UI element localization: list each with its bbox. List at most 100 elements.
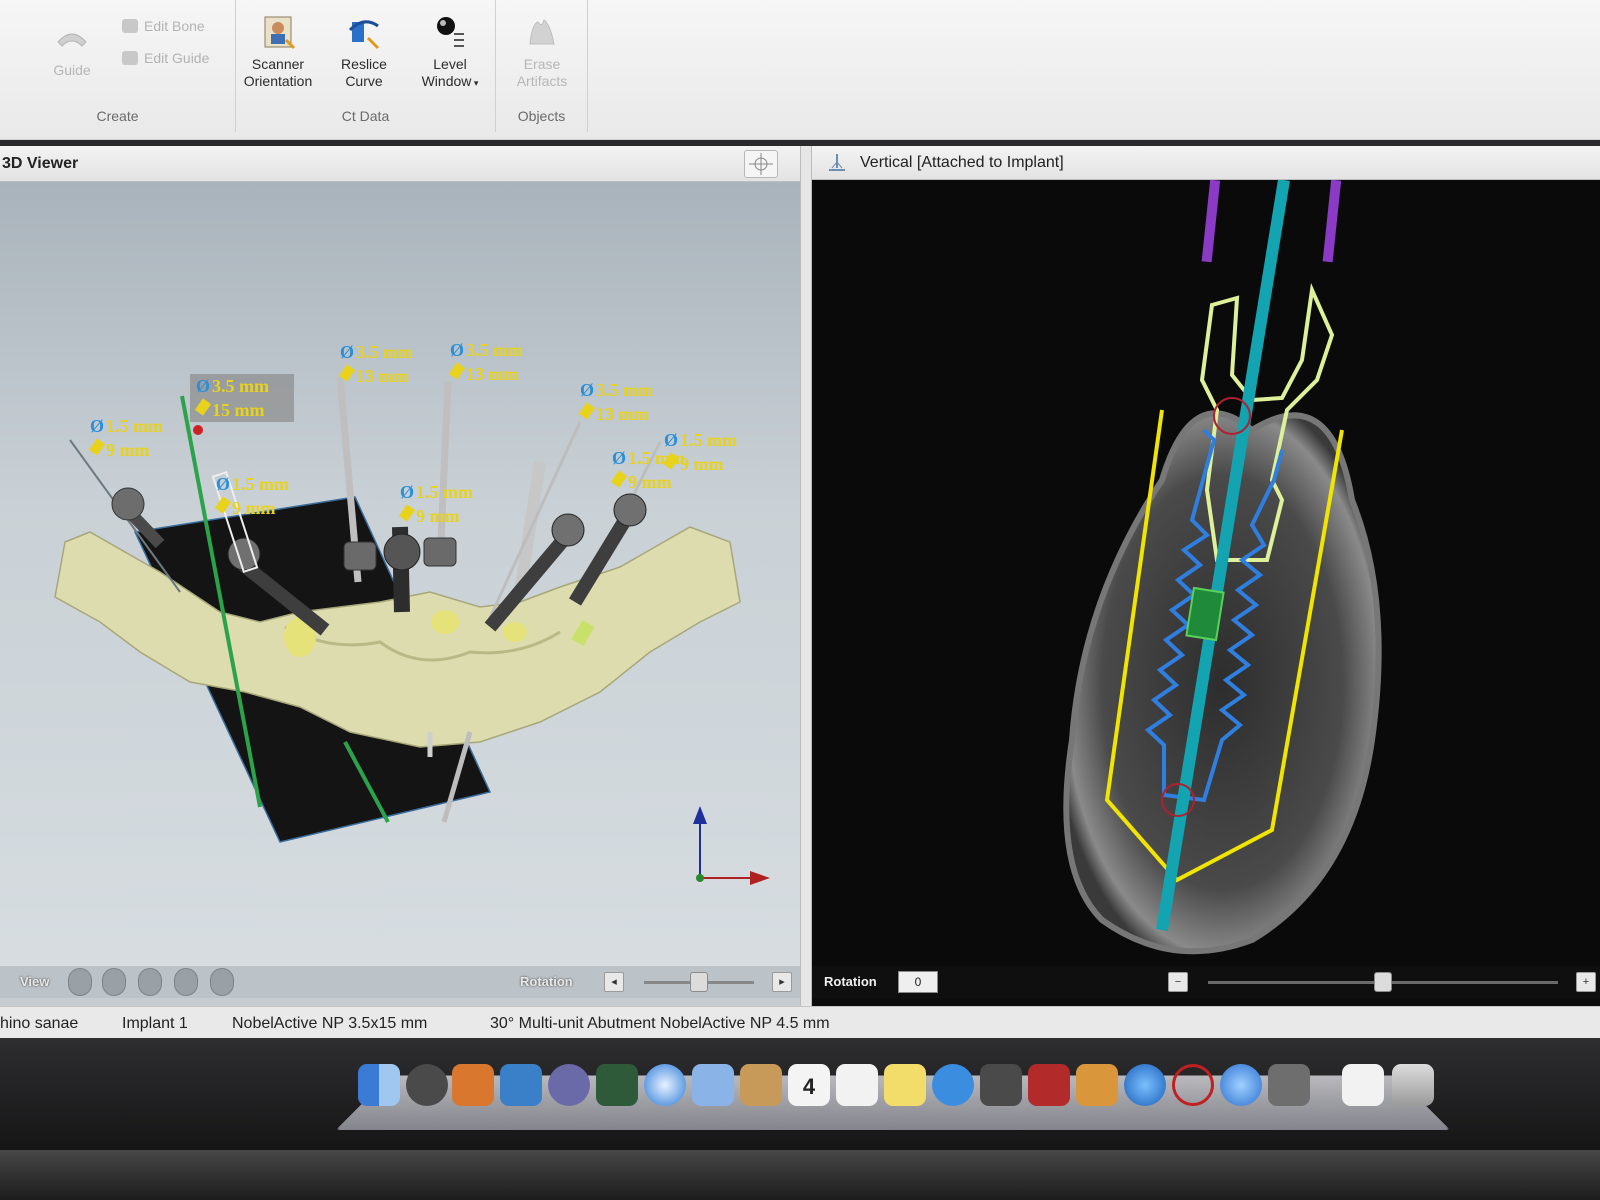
viewer-3d-toolbar: View Rotation ◂ ▸ [0, 966, 800, 998]
panel-splitter[interactable] [800, 146, 812, 1006]
orientation-axes [693, 806, 770, 885]
implant-annotation[interactable]: Ø 1.5 mm 9 mm [398, 482, 473, 526]
diameter-icon: Ø [450, 340, 464, 360]
annotation-diameter: 3.5 mm [356, 342, 413, 362]
status-bar: hino sanae Implant 1 NobelActive NP 3.5x… [0, 1006, 1600, 1038]
annotation-length: 9 mm [232, 498, 276, 518]
diameter-icon: Ø [664, 430, 678, 450]
ct-rotation-increase-button[interactable]: + [1576, 972, 1596, 992]
edit-bone-button[interactable]: Edit Bone [122, 18, 205, 34]
view-left-skull-icon[interactable] [102, 968, 126, 996]
diameter-icon: Ø [90, 416, 104, 436]
rotation-increase-button[interactable]: ▸ [772, 972, 792, 992]
abutment-screw [1185, 586, 1225, 642]
viewer-3d-canvas[interactable]: Ø 1.5 mm 9 mm Ø 3.5 mm 15 mm Ø 1.5 mm 9 mm Ø 3.5 m… [0, 182, 800, 990]
diameter-icon: Ø [580, 380, 594, 400]
guide-label: Guide [53, 62, 91, 78]
view-bottom-icon[interactable] [174, 968, 198, 996]
implant-annotation[interactable]: Ø 3.5 mm 13 mm [448, 340, 523, 384]
ct-vertical-canvas[interactable] [812, 180, 1600, 970]
status-implant-name: Implant 1 [122, 1015, 188, 1032]
stethoscope-app-icon[interactable] [1172, 1064, 1214, 1106]
annotation-diameter: 3.5 mm [466, 340, 523, 360]
annotation-length: 9 mm [106, 440, 150, 460]
length-icon [578, 402, 596, 420]
rotation-value-input[interactable]: 0 [898, 971, 938, 993]
charts-app-icon[interactable] [500, 1064, 542, 1106]
viewer-3d-layout-button[interactable] [744, 150, 778, 178]
diameter-icon: Ø [340, 342, 354, 362]
edit-guide-label: Edit Guide [144, 50, 210, 66]
annotation-length: 9 mm [416, 506, 460, 526]
photo-booth-icon[interactable] [596, 1064, 638, 1106]
ribbon-group-ct-data: Scanner Orientation Reslice Curve Level … [236, 0, 496, 132]
length-icon [398, 504, 416, 522]
implant-annotation[interactable]: Ø 3.5 mm 13 mm [338, 342, 413, 386]
diameter-icon: Ø [612, 448, 626, 468]
ribbon-group-objects: Erase Artifacts Objects [496, 0, 588, 132]
document-icon[interactable] [1342, 1064, 1384, 1106]
script-editor-icon[interactable] [548, 1064, 590, 1106]
ct-rotation-slider-thumb[interactable] [1374, 972, 1392, 992]
diameter-icon: Ø [400, 482, 414, 502]
iphoto-icon[interactable] [1076, 1064, 1118, 1106]
diameter-icon: Ø [216, 474, 230, 494]
viewer-3d-title: 3D Viewer [2, 155, 79, 172]
view-front-skull-icon[interactable] [68, 968, 92, 996]
ribbon-group-create: Guide Edit Bone Edit Guide Create [0, 0, 236, 132]
guide-sleeve-right [1322, 180, 1342, 263]
annotation-length: 9 mm [680, 454, 724, 474]
implant-annotation[interactable]: Ø 1.5 mm 9 mm [88, 416, 163, 460]
trash-icon[interactable] [1392, 1064, 1434, 1106]
implant-annotation[interactable]: Ø 3.5 mm 15 mm [190, 374, 294, 422]
reslice-curve-icon [348, 20, 380, 50]
erase-artifacts-button[interactable]: Erase Artifacts [500, 14, 584, 90]
rotation-label-ct: Rotation [824, 974, 877, 989]
reminders-icon[interactable] [836, 1064, 878, 1106]
mail-icon[interactable] [692, 1064, 734, 1106]
keynote-icon[interactable] [452, 1064, 494, 1106]
rotation-decrease-button[interactable]: ◂ [604, 972, 624, 992]
status-implant-model: NobelActive NP 3.5x15 mm [232, 1015, 428, 1032]
implant-annotation[interactable]: Ø 3.5 mm 13 mm [578, 380, 653, 424]
length-icon [448, 362, 466, 380]
length-icon [214, 496, 232, 514]
annotation-length: 13 mm [356, 366, 409, 386]
crosshair-icon [749, 153, 773, 175]
itunes-icon[interactable] [1124, 1064, 1166, 1106]
guide-icon [57, 33, 87, 47]
ct-rotation-decrease-button[interactable]: − [1168, 972, 1188, 992]
notes-icon[interactable] [884, 1064, 926, 1106]
length-icon [610, 470, 628, 488]
annotation-diameter: 1.5 mm [106, 416, 163, 436]
launchpad-icon[interactable] [406, 1064, 448, 1106]
reslice-curve-label-1: Reslice [341, 56, 387, 72]
viewer-3d-header: 3D Viewer [0, 146, 800, 182]
finder-icon[interactable] [358, 1064, 400, 1106]
guide-button[interactable]: Guide [30, 20, 114, 79]
scanner-orientation-button[interactable]: Scanner Orientation [236, 14, 320, 90]
annotation-length: 9 mm [628, 472, 672, 492]
erase-artifacts-icon [529, 19, 555, 45]
reslice-curve-button[interactable]: Reslice Curve [322, 14, 406, 90]
system-preferences-icon[interactable] [1268, 1064, 1310, 1106]
annotation-diameter: 3.5 mm [596, 380, 653, 400]
photo-app-icon[interactable] [1028, 1064, 1070, 1106]
ribbon-group-objects-label: Objects [517, 108, 566, 124]
app-store-icon[interactable] [1220, 1064, 1262, 1106]
contacts-icon[interactable] [740, 1064, 782, 1106]
view-top-icon[interactable] [210, 968, 234, 996]
drill-sleeve-3 [336, 376, 377, 583]
facetime-icon[interactable] [980, 1064, 1022, 1106]
rotation-slider-thumb[interactable] [690, 972, 708, 992]
length-icon [88, 438, 106, 456]
ct-vertical-scene [1063, 180, 1382, 955]
edit-guide-button[interactable]: Edit Guide [122, 50, 209, 66]
edit-guide-icon [122, 51, 138, 65]
safari-icon[interactable] [644, 1064, 686, 1106]
view-right-skull-icon[interactable] [138, 968, 162, 996]
level-window-button[interactable]: Level Window ▾ [408, 14, 492, 92]
calendar-icon[interactable]: 4 [788, 1064, 830, 1106]
messages-icon[interactable] [932, 1064, 974, 1106]
reslice-curve-label-2: Curve [345, 73, 383, 89]
